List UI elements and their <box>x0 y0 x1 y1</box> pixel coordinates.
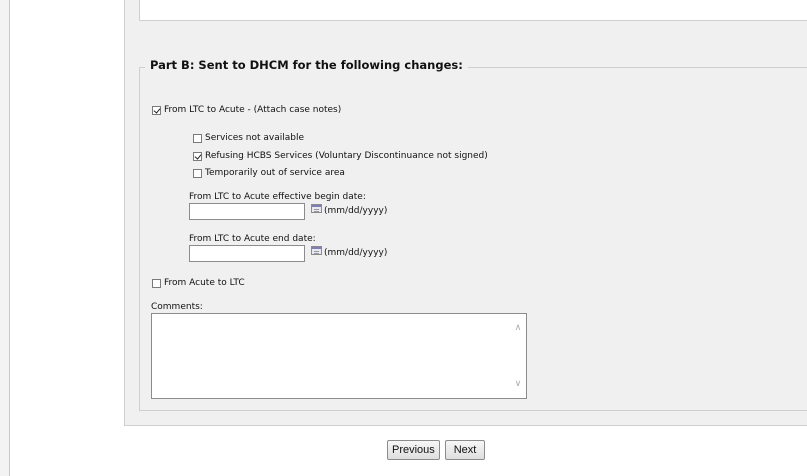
begin-date-label: From LTC to Acute effective begin date: <box>189 192 366 202</box>
scroll-up-icon[interactable]: ∧ <box>514 324 522 333</box>
scroll-down-icon[interactable]: ∨ <box>514 380 522 389</box>
previous-section-box <box>139 0 807 21</box>
services-not-available-label: Services not available <box>205 133 305 143</box>
begin-date-input[interactable] <box>189 203 305 220</box>
acute-to-ltc-checkbox[interactable] <box>152 278 161 288</box>
next-button[interactable]: Next <box>445 440 485 460</box>
reason-services-not-available[interactable]: Services not available <box>193 133 304 143</box>
acute-to-ltc-label: From Acute to LTC <box>164 278 245 288</box>
refusing-hcbs-checkbox[interactable] <box>193 151 202 161</box>
reason-refusing-hcbs[interactable]: Refusing HCBS Services (Voluntary Discon… <box>193 151 488 161</box>
ltc-to-acute-checkbox[interactable] <box>152 105 161 115</box>
calendar-icon[interactable] <box>311 204 322 213</box>
begin-date-format-hint: (mm/dd/yyyy) <box>324 206 388 216</box>
ltc-to-acute-label: From LTC to Acute - (Attach case notes) <box>164 105 342 115</box>
acute-to-ltc-option[interactable]: From Acute to LTC <box>152 278 245 288</box>
ltc-to-acute-option[interactable]: From LTC to Acute - (Attach case notes) <box>152 105 341 115</box>
end-date-label: From LTC to Acute end date: <box>189 234 316 244</box>
comments-textarea[interactable]: ∧ ∨ <box>151 313 527 399</box>
services-not-available-checkbox[interactable] <box>193 133 202 143</box>
end-date-format-hint: (mm/dd/yyyy) <box>324 248 388 258</box>
previous-button[interactable]: Previous <box>387 440 440 460</box>
calendar-icon[interactable] <box>311 246 322 255</box>
out-of-area-checkbox[interactable] <box>193 168 202 178</box>
part-b-title: Part B: Sent to DHCM for the following c… <box>145 58 468 72</box>
out-of-area-label: Temporarily out of service area <box>205 168 345 178</box>
end-date-input[interactable] <box>189 245 305 262</box>
comments-label: Comments: <box>151 302 203 312</box>
refusing-hcbs-label: Refusing HCBS Services (Voluntary Discon… <box>205 151 488 161</box>
reason-out-of-area[interactable]: Temporarily out of service area <box>193 168 345 178</box>
